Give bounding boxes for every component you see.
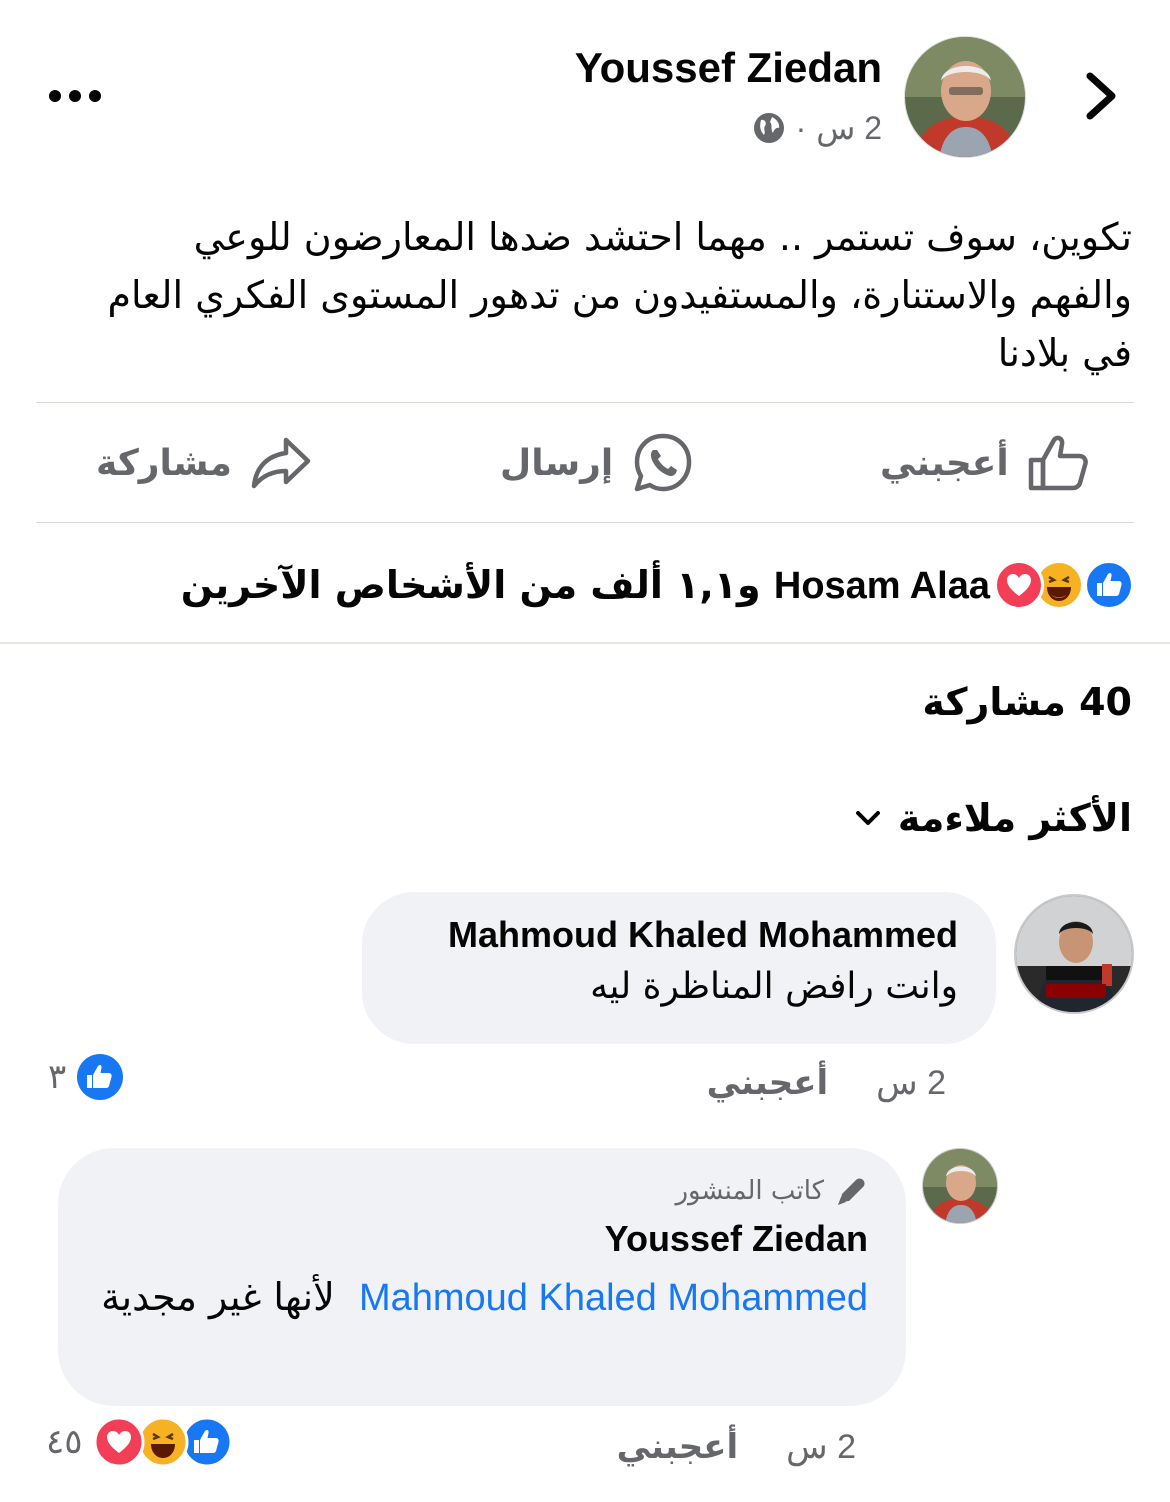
send-button[interactable]: إرسال (500, 424, 695, 502)
reaction-others[interactable]: و١,١ ألف من الأشخاص الآخرين (181, 563, 761, 607)
comment-author[interactable]: Mahmoud Khaled Mohammed (400, 914, 958, 956)
chevron-right-icon[interactable] (1072, 64, 1132, 128)
author-avatar[interactable] (904, 36, 1026, 158)
comment-reaction-count: ٣ (48, 1057, 67, 1097)
like-label: أعجبني (880, 442, 1009, 484)
section-divider (0, 642, 1170, 644)
send-label: إرسال (500, 442, 614, 484)
like-icon (77, 1054, 124, 1100)
comment-text: وانت رافض المناظرة ليه (590, 966, 958, 1007)
sort-dropdown[interactable]: الأكثر ملاءمة (854, 796, 1132, 840)
reply-reaction-count: ٤٥ (46, 1422, 83, 1462)
love-icon (93, 1416, 145, 1468)
chevron-down-icon (855, 811, 880, 825)
divider (36, 522, 1134, 523)
shares-count[interactable]: 40 مشاركة (922, 680, 1132, 724)
reply-reaction-icons (93, 1416, 233, 1468)
post-separator: · (795, 109, 807, 146)
like-button[interactable]: أعجبني (880, 424, 1089, 502)
comment-like-button[interactable]: أعجبني (707, 1063, 829, 1103)
commenter-avatar[interactable] (1014, 894, 1134, 1014)
globe-icon (753, 113, 784, 143)
reply-author[interactable]: Youssef Ziedan (96, 1218, 868, 1260)
more-options-icon[interactable] (40, 76, 110, 116)
whatsapp-icon (634, 433, 692, 492)
pencil-icon (838, 1178, 865, 1205)
reaction-icons (994, 560, 1134, 610)
thumbs-up-icon (1028, 435, 1088, 491)
reaction-name[interactable]: Hosam Alaa (774, 565, 990, 607)
post-author-name[interactable]: Youssef Ziedan (575, 44, 882, 92)
author-badge-label: كاتب المنشور (675, 1176, 824, 1206)
reply-time[interactable]: 2 س (786, 1427, 856, 1467)
author-reply-avatar[interactable] (922, 1148, 998, 1224)
share-icon (251, 437, 311, 489)
comment-bubble[interactable]: Mahmoud Khaled Mohammed وانت رافض المناظ… (362, 892, 996, 1044)
reply-bubble[interactable]: كاتب المنشور Youssef Ziedan Mahmoud Khal… (58, 1148, 906, 1406)
like-icon (1084, 560, 1134, 610)
reply-reactions[interactable]: ٤٥ (46, 1416, 233, 1468)
post-meta: · 2 س (752, 106, 882, 150)
post-time[interactable]: 2 س (816, 109, 882, 147)
share-label: مشاركة (96, 442, 232, 484)
mention-link[interactable]: Mahmoud Khaled Mohammed (359, 1277, 868, 1319)
comment-reactions[interactable]: ٣ (48, 1052, 124, 1102)
reply-text: Mahmoud Khaled Mohammed لأنها غير مجدية (96, 1266, 868, 1329)
love-icon (994, 560, 1044, 610)
reply-meta: 2 س أعجبني (617, 1422, 856, 1472)
reactions-summary[interactable]: Hosam Alaa و١,١ ألف من الأشخاص الآخرين (181, 554, 1134, 616)
reply-body: لأنها غير مجدية (101, 1275, 335, 1319)
reactions-text: Hosam Alaa و١,١ ألف من الأشخاص الآخرين (181, 563, 990, 608)
comment-time[interactable]: 2 س (876, 1063, 946, 1103)
comment-meta: 2 س أعجبني (707, 1058, 946, 1108)
sort-label: الأكثر ملاءمة (897, 796, 1132, 840)
reply-like-button[interactable]: أعجبني (617, 1427, 739, 1467)
author-badge: كاتب المنشور (96, 1174, 868, 1208)
post-text: تكوين، سوف تستمر .. مهما احتشد ضدها المع… (107, 215, 1132, 375)
divider (36, 402, 1134, 403)
share-button[interactable]: مشاركة (96, 424, 312, 502)
